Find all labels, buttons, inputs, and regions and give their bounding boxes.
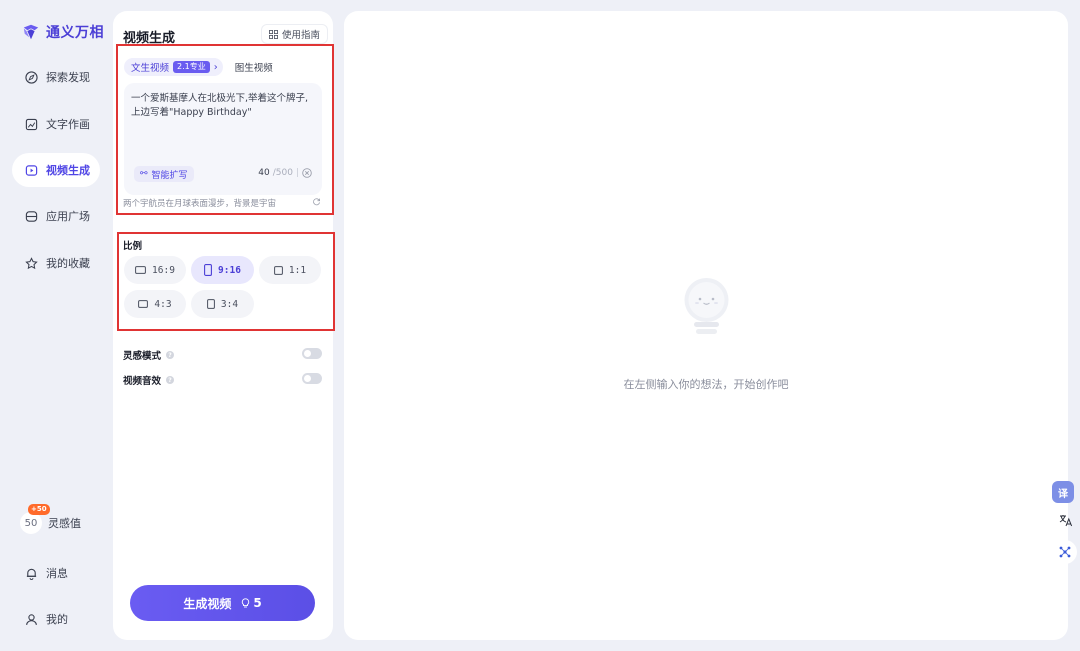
info-icon[interactable]: ? (166, 376, 175, 384)
generate-label: 生成视频 (183, 596, 232, 611)
tongyi-logo-icon (23, 24, 39, 40)
inspiration-mode-label: 灵感模式 (123, 351, 162, 362)
sidebar-item-label: 消息 (46, 567, 68, 580)
inspiration-mode-toggle[interactable] (302, 348, 322, 359)
sidebar-item-explore[interactable]: 探索发现 (12, 60, 100, 94)
sidebar-item-video-generation[interactable]: 视频生成 (12, 153, 100, 187)
translate-button[interactable]: 译 (1052, 481, 1074, 503)
sidebar-item-label: 应用广场 (46, 210, 90, 223)
generate-video-button[interactable]: 生成视频 5 (130, 585, 315, 621)
generate-cost: 5 (241, 596, 262, 610)
preview-canvas: 在左侧输入你的想法，开始创作吧 (344, 11, 1068, 640)
language-icon (1059, 514, 1073, 526)
sidebar-item-label: 探索发现 (46, 71, 90, 84)
usage-guide-label: 使用指南 (282, 30, 321, 41)
inspiration-number: 50 (24, 517, 38, 529)
inspiration-mode-row: 灵感模式 ? (123, 348, 175, 362)
inspiration-points[interactable]: +50 50 灵感值 (20, 504, 81, 534)
bell-icon (26, 568, 37, 580)
inspiration-value: +50 50 (20, 504, 50, 534)
lightbulb-empty-state-icon (684, 278, 729, 334)
star-icon (25, 256, 38, 269)
inspiration-badge: +50 (28, 504, 50, 515)
user-icon (26, 613, 37, 625)
image-edit-icon (25, 118, 38, 130)
sidebar-item-favorites[interactable]: 我的收藏 (12, 246, 100, 280)
network-icon (1059, 546, 1071, 558)
sidebar-item-profile[interactable]: 我的 (12, 602, 100, 636)
lightbulb-icon (242, 598, 250, 608)
sidebar-item-app-square[interactable]: 应用广场 (12, 199, 100, 233)
brand-name: 通义万相 (46, 25, 104, 41)
video-sound-row: 视频音效 ? (123, 373, 175, 387)
guide-grid-icon (269, 29, 278, 39)
sidebar-item-label: 文字作画 (46, 118, 90, 131)
usage-guide-button[interactable]: 使用指南 (261, 24, 329, 44)
sidebar-item-label: 视频生成 (46, 164, 90, 177)
inspiration-label: 灵感值 (48, 517, 81, 530)
video-sound-label: 视频音效 (123, 376, 162, 387)
info-icon[interactable]: ? (166, 351, 175, 359)
sidebar-item-messages[interactable]: 消息 (12, 556, 100, 590)
app-square-icon (25, 210, 38, 222)
assistant-button[interactable] (1053, 540, 1077, 564)
compass-icon (25, 70, 38, 84)
highlight-frame-ratio (117, 232, 335, 331)
video-sound-toggle[interactable] (302, 373, 322, 384)
highlight-frame-prompt (116, 44, 334, 215)
sidebar-item-label: 我的收藏 (46, 257, 90, 270)
brand-logo[interactable]: 通义万相 (22, 22, 104, 42)
sidebar: 通义万相 探索发现 文字作画 视频生成 应用广场 我的收藏 +50 50 灵感值… (0, 0, 112, 651)
language-switch-button[interactable] (1054, 508, 1078, 532)
sidebar-item-text-to-image[interactable]: 文字作画 (12, 107, 100, 141)
cost-value: 5 (253, 596, 262, 610)
video-play-icon (25, 164, 38, 176)
translate-label: 译 (1058, 488, 1068, 500)
sidebar-item-label: 我的 (46, 613, 68, 626)
empty-state-text: 在左侧输入你的想法，开始创作吧 (623, 378, 789, 391)
